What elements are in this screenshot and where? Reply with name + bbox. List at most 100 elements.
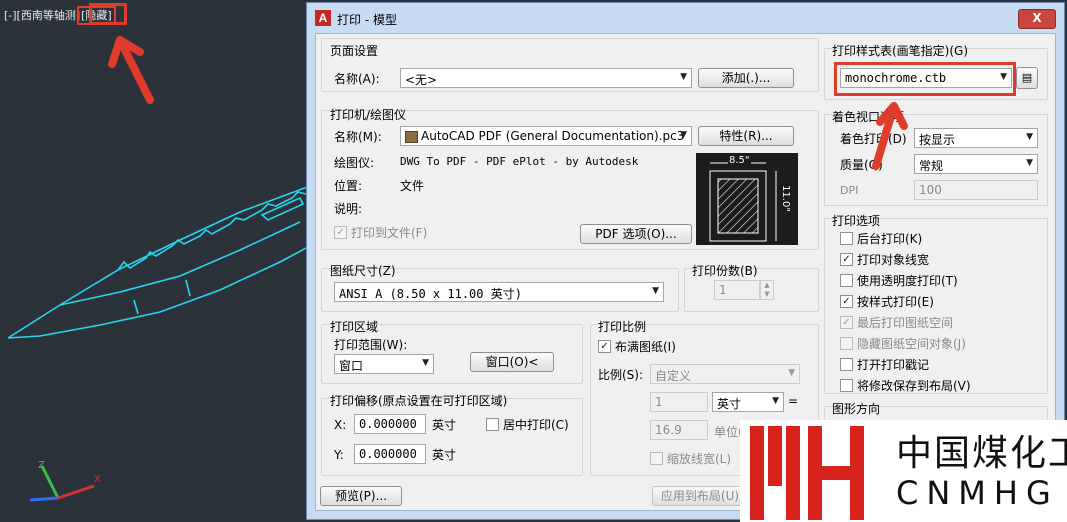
- mh-logo: [750, 426, 864, 520]
- edit-plot-style-button[interactable]: ▤: [1016, 67, 1038, 89]
- page-setup-name-select[interactable]: <无> ▼: [400, 68, 692, 88]
- paper-preview: 8.5" 11.0": [696, 153, 798, 245]
- annotation-arrow: [108, 36, 154, 104]
- center-plot-label: 居中打印(C): [503, 418, 569, 432]
- chevron-down-icon: ▼: [680, 130, 687, 140]
- watermark-latin: CNMHG: [896, 474, 1059, 512]
- print-offset-title: 打印偏移(原点设置在可打印区域): [330, 394, 508, 408]
- print-scale-title: 打印比例: [598, 320, 647, 334]
- scale-select[interactable]: 自定义 ▼: [650, 364, 800, 384]
- dpi-label: DPI: [840, 184, 859, 197]
- orientation-title: 图形方向: [832, 402, 881, 416]
- plot-option-label: 将修改保存到布局(V): [857, 379, 971, 393]
- scale-value: 自定义: [655, 369, 692, 383]
- fit-to-paper-label: 布满图纸(I): [615, 340, 676, 354]
- offset-x-label: X:: [334, 418, 347, 432]
- printer-properties-button[interactable]: 特性(R)...: [698, 126, 794, 146]
- paper-width-label: 8.5": [728, 155, 751, 166]
- scale-numerator-input[interactable]: 1: [650, 392, 708, 412]
- plot-option-label: 使用透明度打印(T): [857, 274, 958, 288]
- print-to-file-checkbox[interactable]: ✓: [334, 226, 347, 239]
- printer-name-select[interactable]: AutoCAD PDF (General Documentation).pc3 …: [400, 126, 692, 146]
- paper-size-value: ANSI A (8.50 x 11.00 英寸): [339, 287, 522, 301]
- chevron-down-icon: ▼: [680, 72, 687, 82]
- fit-to-paper-checkbox[interactable]: ✓: [598, 340, 611, 353]
- plot-option-label: 最后打印图纸空间: [857, 316, 954, 330]
- plot-options-title: 打印选项: [832, 214, 881, 228]
- plot-option-checkbox[interactable]: [840, 358, 853, 371]
- page-setup-title: 页面设置: [330, 44, 379, 58]
- edit-table-icon: ▤: [1021, 71, 1033, 84]
- copies-spinner[interactable]: ▲ ▼: [760, 280, 774, 300]
- dialog-title: 打印 - 模型: [337, 13, 397, 27]
- plot-option-checkbox[interactable]: [840, 337, 853, 350]
- description-label: 说明:: [334, 202, 363, 216]
- scale-unit-value: 英寸: [717, 397, 742, 411]
- location-value: 文件: [400, 179, 425, 193]
- plot-option-label: 打开打印戳记: [857, 358, 930, 372]
- window-select-button[interactable]: 窗口(O)<: [470, 352, 554, 372]
- plot-option-label: 按样式打印(E): [857, 295, 934, 309]
- print-range-value: 窗口: [339, 359, 364, 373]
- chevron-down-icon: ▼: [772, 396, 779, 406]
- svg-text:X: X: [94, 474, 101, 485]
- close-button[interactable]: X: [1018, 9, 1056, 29]
- plot-option-label: 后台打印(K): [857, 232, 923, 246]
- scale-lineweights-label: 缩放线宽(L): [667, 452, 732, 466]
- scale-label: 比例(S):: [598, 368, 644, 382]
- center-plot-checkbox[interactable]: [486, 418, 499, 431]
- scale-unit-select[interactable]: 英寸 ▼: [712, 392, 784, 412]
- preview-button[interactable]: 预览(P)...: [320, 486, 402, 506]
- plot-style-title: 打印样式表(画笔指定)(G): [832, 44, 969, 58]
- chevron-down-icon: ▼: [422, 358, 429, 368]
- cnmhg-watermark: 中国煤化工 CNMHG: [740, 420, 1067, 522]
- plot-option-checkbox[interactable]: [840, 232, 853, 245]
- knife-wireframe: Z X: [7, 36, 310, 502]
- plotter-value: DWG To PDF - PDF ePlot - by Autodesk: [400, 155, 639, 168]
- chevron-down-icon: ▼: [1026, 132, 1033, 142]
- dialog-titlebar[interactable]: A 打印 - 模型 X: [307, 3, 1064, 33]
- offset-y-unit: 英寸: [432, 448, 457, 462]
- plot-option-checkbox[interactable]: ✓: [840, 253, 853, 266]
- svg-text:Z: Z: [38, 460, 45, 471]
- print-area-title: 打印区域: [330, 320, 379, 334]
- highlight-box: [89, 3, 127, 25]
- print-range-select[interactable]: 窗口 ▼: [334, 354, 434, 374]
- scale-equals: =: [788, 394, 799, 408]
- annotation-arrow-2: [872, 102, 908, 170]
- model-viewport[interactable]: [-][西南等轴测][隐藏] Z X: [0, 0, 310, 522]
- paper-size-select[interactable]: ANSI A (8.50 x 11.00 英寸) ▼: [334, 282, 664, 302]
- offset-x-input[interactable]: 0.000000: [354, 414, 426, 434]
- page-setup-name-value: <无>: [405, 73, 438, 87]
- offset-x-unit: 英寸: [432, 418, 457, 432]
- paper-height-label: 11.0": [779, 185, 791, 212]
- pdf-options-button[interactable]: PDF 选项(O)...: [580, 224, 692, 244]
- print-offset-group: [321, 398, 583, 476]
- scale-lineweights-checkbox[interactable]: [650, 452, 663, 465]
- plot-option-checkbox[interactable]: [840, 274, 853, 287]
- printer-group-title: 打印机/绘图仪: [330, 108, 407, 122]
- scale-denominator-input[interactable]: 16.9: [650, 420, 708, 440]
- chevron-down-icon: ▼: [788, 368, 795, 378]
- copies-title: 打印份数(B): [692, 264, 758, 278]
- plot-option-label: 打印对象线宽: [857, 253, 930, 267]
- plot-option-checkbox[interactable]: ✓: [840, 316, 853, 329]
- printer-name-label: 名称(M):: [334, 130, 382, 144]
- dpi-input[interactable]: 100: [914, 180, 1038, 200]
- print-range-label: 打印范围(W):: [334, 338, 408, 352]
- plot-option-checkbox[interactable]: ✓: [840, 295, 853, 308]
- offset-y-input[interactable]: 0.000000: [354, 444, 426, 464]
- autocad-icon: A: [315, 10, 331, 26]
- plot-option-checkbox[interactable]: [840, 379, 853, 392]
- offset-y-label: Y:: [334, 448, 344, 462]
- chevron-down-icon: ▼: [652, 286, 659, 296]
- copies-input[interactable]: 1: [714, 280, 760, 300]
- apply-to-layout-button[interactable]: 应用到布局(U): [652, 486, 748, 506]
- watermark-chinese: 中国煤化工: [896, 433, 1067, 474]
- plot-option-label: 隐藏图纸空间对象(J): [857, 337, 966, 351]
- print-to-file-label: 打印到文件(F): [351, 226, 428, 240]
- paper-size-title: 图纸尺寸(Z): [330, 264, 396, 278]
- location-label: 位置:: [334, 179, 363, 193]
- plotter-icon: [405, 131, 418, 143]
- add-page-setup-button[interactable]: 添加(.)...: [698, 68, 794, 88]
